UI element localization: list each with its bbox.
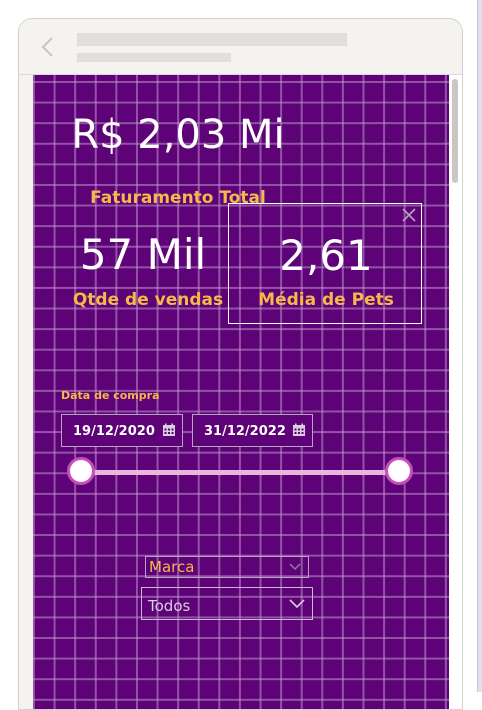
close-button[interactable] (401, 207, 417, 223)
chevron-left-icon (41, 37, 53, 57)
brand-filter-title: Marca (149, 558, 195, 576)
vertical-scrollbar[interactable] (449, 75, 462, 709)
title-placeholder (77, 33, 347, 46)
top-bar (19, 19, 462, 75)
date-filter-title: Data de compra (61, 389, 160, 402)
calendar-icon[interactable] (292, 423, 306, 437)
close-icon (402, 208, 416, 222)
faturamento-value: R$ 2,03 Mi (71, 112, 285, 158)
chevron-down-icon[interactable] (288, 562, 302, 572)
report-canvas: R$ 2,03 Mi Faturamento Total 57 Mil Qtde… (33, 75, 449, 709)
end-date-value: 31/12/2022 (204, 424, 286, 439)
start-date-value: 19/12/2020 (73, 424, 155, 439)
qtde-vendas-value: 57 Mil (79, 230, 207, 279)
calendar-icon[interactable] (162, 423, 176, 437)
subtitle-placeholder (77, 53, 231, 62)
start-date-input[interactable]: 19/12/2020 (61, 414, 183, 447)
date-range-slider-track[interactable] (78, 470, 401, 475)
scrollbar-thumb[interactable] (452, 79, 458, 183)
brand-filter-header: Marca (145, 556, 309, 578)
window-edge (478, 0, 482, 692)
date-range-start-handle[interactable] (67, 457, 95, 485)
back-button[interactable] (37, 33, 61, 61)
date-range-end-handle[interactable] (385, 457, 413, 485)
media-pets-card[interactable]: 2,61 Média de Pets (228, 203, 422, 324)
media-pets-label: Média de Pets (258, 290, 394, 310)
end-date-input[interactable]: 31/12/2022 (192, 414, 313, 447)
media-pets-value: 2,61 (279, 231, 373, 280)
mobile-frame: R$ 2,03 Mi Faturamento Total 57 Mil Qtde… (18, 18, 463, 710)
brand-select-value: Todos (148, 597, 191, 615)
chevron-down-icon (289, 599, 305, 609)
brand-select[interactable]: Todos (141, 587, 313, 620)
qtde-vendas-label: Qtde de vendas (72, 290, 224, 310)
